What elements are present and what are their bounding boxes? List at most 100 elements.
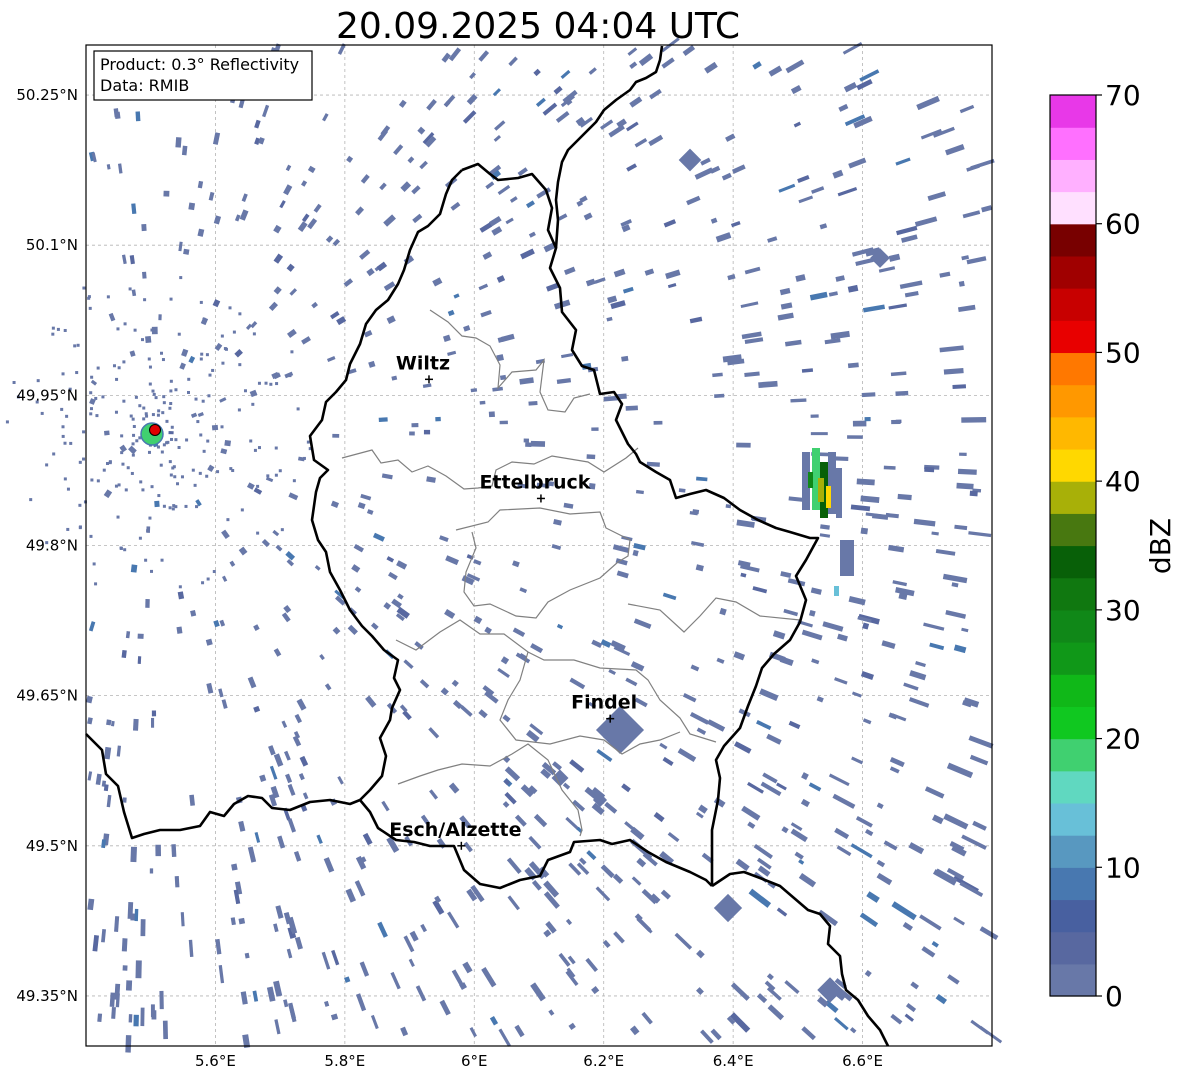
colorbar-swatch (1050, 867, 1096, 901)
colorbar-swatch (1050, 931, 1096, 965)
echo-cell (172, 465, 176, 469)
echo-cell (142, 417, 146, 421)
echo-cell (160, 558, 164, 562)
echo-cell (479, 400, 486, 405)
echo-cell (220, 334, 224, 338)
echo-cell (125, 980, 133, 991)
echo-cell (288, 374, 292, 378)
echo-cell (237, 408, 241, 412)
echo-cell (187, 390, 191, 394)
colorbar-swatch (1050, 127, 1096, 160)
echo-cell (143, 298, 147, 302)
colorbar-tick-label: 0 (1105, 980, 1123, 1013)
echo-cell (151, 1010, 157, 1020)
echo-cell (180, 475, 184, 479)
echo-cell (177, 332, 181, 336)
echo-cell (94, 582, 98, 586)
echo-cell (162, 395, 166, 399)
echo-cell (208, 373, 212, 377)
storm-cell (818, 478, 824, 502)
echo-cell (714, 393, 725, 399)
echo-cell (108, 461, 112, 465)
echo-cell (952, 384, 967, 389)
echo-cell (133, 1014, 139, 1027)
echo-cell (116, 515, 120, 519)
echo-cell (101, 395, 105, 399)
echo-cell (168, 460, 172, 464)
echo-cell (228, 306, 232, 310)
echo-cell (169, 437, 173, 441)
echo-cell (257, 381, 261, 385)
colorbar-swatch (1050, 609, 1096, 643)
echo-cell (129, 414, 133, 418)
echo-cell (135, 439, 139, 443)
echo-cell (65, 414, 69, 418)
echo-cell (40, 411, 44, 415)
echo-cell (126, 466, 130, 470)
colorbar-tick-label: 50 (1105, 336, 1141, 369)
echo-cell (120, 451, 124, 455)
echo-cell (97, 1013, 103, 1022)
echo-cell (135, 960, 142, 979)
echo-cell (88, 306, 92, 310)
map-title: 20.09.2025 04:04 UTC (336, 6, 740, 47)
echo-cell (66, 527, 70, 531)
echo-cell (117, 366, 121, 370)
echo-cell (160, 450, 164, 454)
echo-cell (131, 453, 135, 457)
echo-cell (956, 482, 974, 490)
echo-cell (63, 328, 67, 332)
city-label: Wiltz (396, 352, 450, 374)
echo-cell (409, 431, 415, 436)
echo-cell (60, 407, 64, 411)
lat-tick-label: 49.8°N (26, 537, 78, 555)
echo-cell (78, 460, 82, 464)
echo-cell (131, 442, 135, 446)
colorbar-swatch (1050, 448, 1096, 482)
echo-cell (29, 498, 33, 502)
echo-cell (141, 223, 147, 232)
echo-cell (154, 500, 160, 508)
echo-cell (103, 784, 109, 792)
lat-tick-label: 49.95°N (16, 386, 78, 404)
colorbar-tick-label: 30 (1105, 594, 1141, 627)
echo-cell (116, 327, 120, 331)
echo-cell (240, 508, 244, 512)
echo-cell (156, 413, 160, 417)
echo-cell (82, 457, 86, 461)
echo-cell (150, 569, 154, 573)
echo-cell (528, 400, 538, 406)
echo-cell (151, 413, 155, 417)
echo-cell (89, 412, 93, 416)
echo-cell (147, 450, 151, 454)
colorbar-tick-label: 70 (1105, 79, 1141, 112)
echo-cell (169, 297, 173, 301)
echo-cell (187, 377, 191, 381)
echo-cell (530, 440, 546, 447)
echo-cell (61, 434, 65, 438)
echo-cell (891, 419, 901, 425)
echo-cell (161, 358, 165, 362)
echo-cell (168, 506, 172, 510)
echo-cell (169, 389, 173, 393)
echo-cell (185, 438, 189, 442)
echo-cell (861, 392, 876, 398)
lat-tick-label: 49.5°N (26, 837, 78, 855)
echo-cell (378, 417, 388, 423)
colorbar: 0 10 20 30 40 50 60 70 dBZ (1049, 79, 1177, 1013)
echo-cell (158, 314, 162, 321)
echo-cell (122, 797, 127, 803)
echo-cell (332, 433, 340, 438)
echo-cell (199, 300, 203, 304)
echo-cell (847, 435, 863, 439)
echo-cell (137, 656, 142, 664)
colorbar-swatch (1050, 738, 1096, 772)
echo-cell (169, 473, 173, 477)
echo-cell (140, 919, 146, 937)
echo-cell (114, 484, 118, 488)
echo-cell (114, 410, 118, 414)
echo-cell (141, 488, 145, 492)
echo-cell (257, 446, 261, 450)
echo-cell (207, 394, 211, 398)
echo-cell (147, 357, 151, 361)
